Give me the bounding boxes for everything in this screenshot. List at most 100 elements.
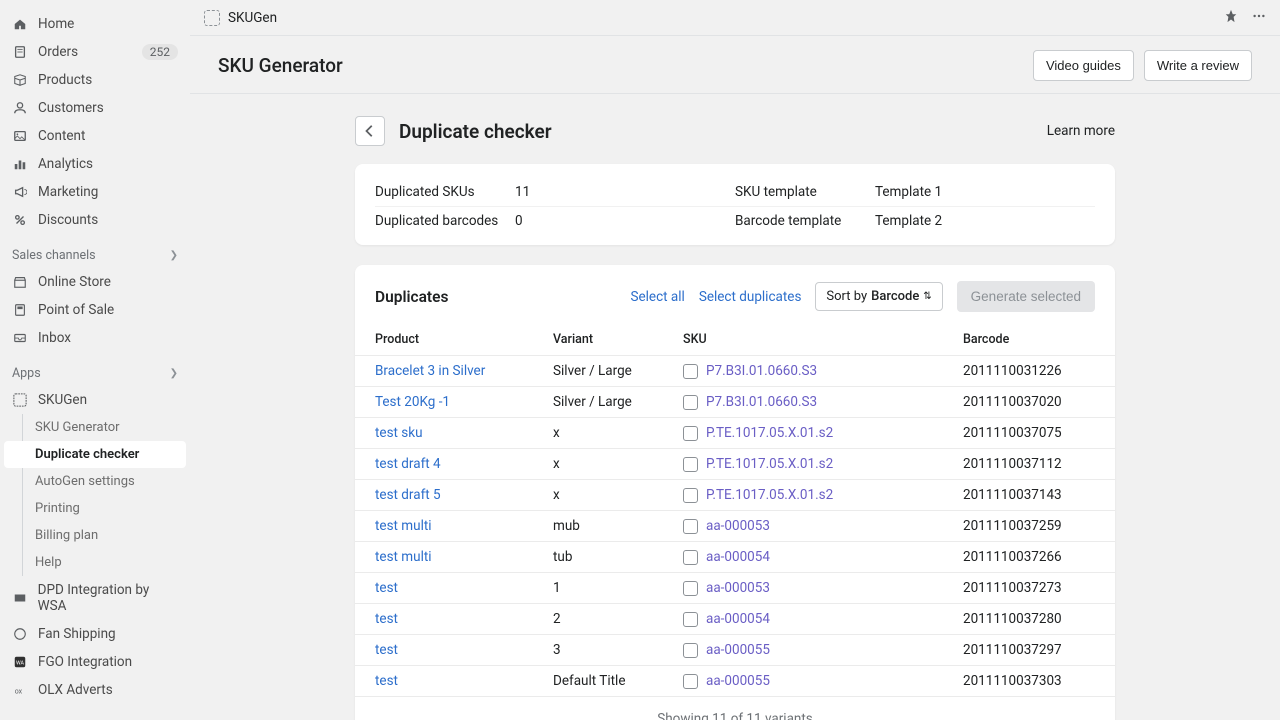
orders-icon — [12, 44, 28, 60]
table-row: Bracelet 3 in Silver Silver / Large P7.B… — [355, 356, 1115, 387]
nav-label: Discounts — [38, 212, 98, 228]
variant-cell: x — [545, 418, 675, 449]
sku-link[interactable]: P.TE.1017.05.X.01.s2 — [706, 425, 833, 441]
app-fan-shipping[interactable]: Fan Shipping — [0, 620, 190, 648]
product-link[interactable]: test — [375, 580, 398, 596]
product-link[interactable]: test draft 5 — [375, 487, 441, 503]
back-button[interactable] — [355, 116, 385, 146]
barcode-cell: 2011110037280 — [955, 604, 1115, 635]
col-variant: Variant — [545, 326, 675, 356]
nav-marketing[interactable]: Marketing — [0, 178, 190, 206]
nav-label: Home — [38, 16, 74, 32]
sku-link[interactable]: aa-000055 — [706, 673, 770, 689]
summary-label: Duplicated SKUs — [375, 184, 515, 200]
summary-value: Template 2 — [875, 213, 942, 229]
sub-autogen-settings[interactable]: AutoGen settings — [0, 468, 190, 495]
more-icon[interactable] — [1252, 9, 1266, 27]
sku-link[interactable]: P.TE.1017.05.X.01.s2 — [706, 456, 833, 472]
sort-button[interactable]: Sort by Barcode ⇅ — [815, 282, 942, 311]
sku-link[interactable]: P7.B3I.01.0660.S3 — [706, 394, 817, 410]
row-checkbox[interactable] — [683, 550, 698, 565]
channel-inbox[interactable]: Inbox — [0, 324, 190, 352]
nav-customers[interactable]: Customers — [0, 94, 190, 122]
product-link[interactable]: test sku — [375, 425, 423, 441]
nav-orders[interactable]: Orders252 — [0, 38, 190, 66]
row-checkbox[interactable] — [683, 643, 698, 658]
product-link[interactable]: test — [375, 642, 398, 658]
product-link[interactable]: test multi — [375, 518, 432, 534]
product-link[interactable]: Bracelet 3 in Silver — [375, 363, 485, 379]
table-row: test 1 aa-000053 2011110037273 — [355, 573, 1115, 604]
row-checkbox[interactable] — [683, 426, 698, 441]
pin-icon[interactable] — [1224, 9, 1238, 27]
col-sku: SKU — [675, 326, 955, 356]
sort-icon: ⇅ — [923, 291, 931, 302]
barcode-cell: 2011110031226 — [955, 356, 1115, 387]
variant-cell: 1 — [545, 573, 675, 604]
app-fgo-integration[interactable]: WAFGO Integration — [0, 648, 190, 676]
sub-sku-generator[interactable]: SKU Generator — [0, 414, 190, 441]
nav-home[interactable]: Home — [0, 10, 190, 38]
select-all-link[interactable]: Select all — [630, 289, 684, 305]
channel-online-store[interactable]: Online Store — [0, 268, 190, 296]
sku-link[interactable]: aa-000053 — [706, 518, 770, 534]
barcode-cell: 2011110037020 — [955, 387, 1115, 418]
svg-text:ox: ox — [15, 688, 23, 696]
summary-label: Duplicated barcodes — [375, 213, 515, 229]
olx-icon: ox — [12, 682, 28, 698]
nav-content[interactable]: Content — [0, 122, 190, 150]
variant-cell: x — [545, 480, 675, 511]
nav-products[interactable]: Products — [0, 66, 190, 94]
product-link[interactable]: test — [375, 673, 398, 689]
product-link[interactable]: test — [375, 611, 398, 627]
nav-label: Orders — [38, 44, 78, 60]
main: SKUGen SKU Generator Video guides Write … — [190, 0, 1280, 720]
apps-label: Apps — [12, 366, 41, 381]
sidebar: Home Orders252ProductsCustomersContentAna… — [0, 0, 190, 720]
nav-discounts[interactable]: Discounts — [0, 206, 190, 234]
write-review-button[interactable]: Write a review — [1144, 50, 1252, 81]
app-dpd-integration-by-wsa[interactable]: DPD Integration by WSA — [0, 576, 190, 620]
sku-link[interactable]: aa-000054 — [706, 611, 770, 627]
variant-cell: Silver / Large — [545, 356, 675, 387]
content-icon — [12, 128, 28, 144]
product-link[interactable]: Test 20Kg -1 — [375, 394, 450, 410]
sku-link[interactable]: aa-000055 — [706, 642, 770, 658]
row-checkbox[interactable] — [683, 488, 698, 503]
summary-label: SKU template — [735, 184, 875, 200]
sub-help[interactable]: Help — [0, 549, 190, 576]
row-checkbox[interactable] — [683, 364, 698, 379]
learn-more-link[interactable]: Learn more — [1047, 123, 1115, 139]
app-skugen[interactable]: SKUGen — [0, 386, 190, 414]
sku-link[interactable]: P.TE.1017.05.X.01.s2 — [706, 487, 833, 503]
variant-cell: mub — [545, 511, 675, 542]
channel-label: Online Store — [38, 274, 111, 290]
sub-printing[interactable]: Printing — [0, 495, 190, 522]
select-duplicates-link[interactable]: Select duplicates — [699, 289, 802, 305]
generate-selected-button[interactable]: Generate selected — [957, 281, 1095, 312]
nav-analytics[interactable]: Analytics — [0, 150, 190, 178]
video-guides-button[interactable]: Video guides — [1033, 50, 1134, 81]
app-olx-adverts[interactable]: oxOLX Adverts — [0, 676, 190, 704]
store-icon — [12, 274, 28, 290]
row-checkbox[interactable] — [683, 674, 698, 689]
channel-point-of-sale[interactable]: Point of Sale — [0, 296, 190, 324]
row-checkbox[interactable] — [683, 581, 698, 596]
sub-duplicate-checker[interactable]: Duplicate checker — [4, 441, 186, 468]
barcode-cell: 2011110037273 — [955, 573, 1115, 604]
sku-link[interactable]: aa-000053 — [706, 580, 770, 596]
product-link[interactable]: test multi — [375, 549, 432, 565]
page-title: SKU Generator — [218, 54, 343, 77]
sku-link[interactable]: aa-000054 — [706, 549, 770, 565]
row-checkbox[interactable] — [683, 612, 698, 627]
row-checkbox[interactable] — [683, 519, 698, 534]
sku-link[interactable]: P7.B3I.01.0660.S3 — [706, 363, 817, 379]
sub-billing-plan[interactable]: Billing plan — [0, 522, 190, 549]
product-link[interactable]: test draft 4 — [375, 456, 441, 472]
barcode-cell: 2011110037297 — [955, 635, 1115, 666]
row-checkbox[interactable] — [683, 395, 698, 410]
section-title: Duplicate checker — [399, 120, 552, 143]
table-row: test 3 aa-000055 2011110037297 — [355, 635, 1115, 666]
fan-icon — [12, 626, 28, 642]
row-checkbox[interactable] — [683, 457, 698, 472]
